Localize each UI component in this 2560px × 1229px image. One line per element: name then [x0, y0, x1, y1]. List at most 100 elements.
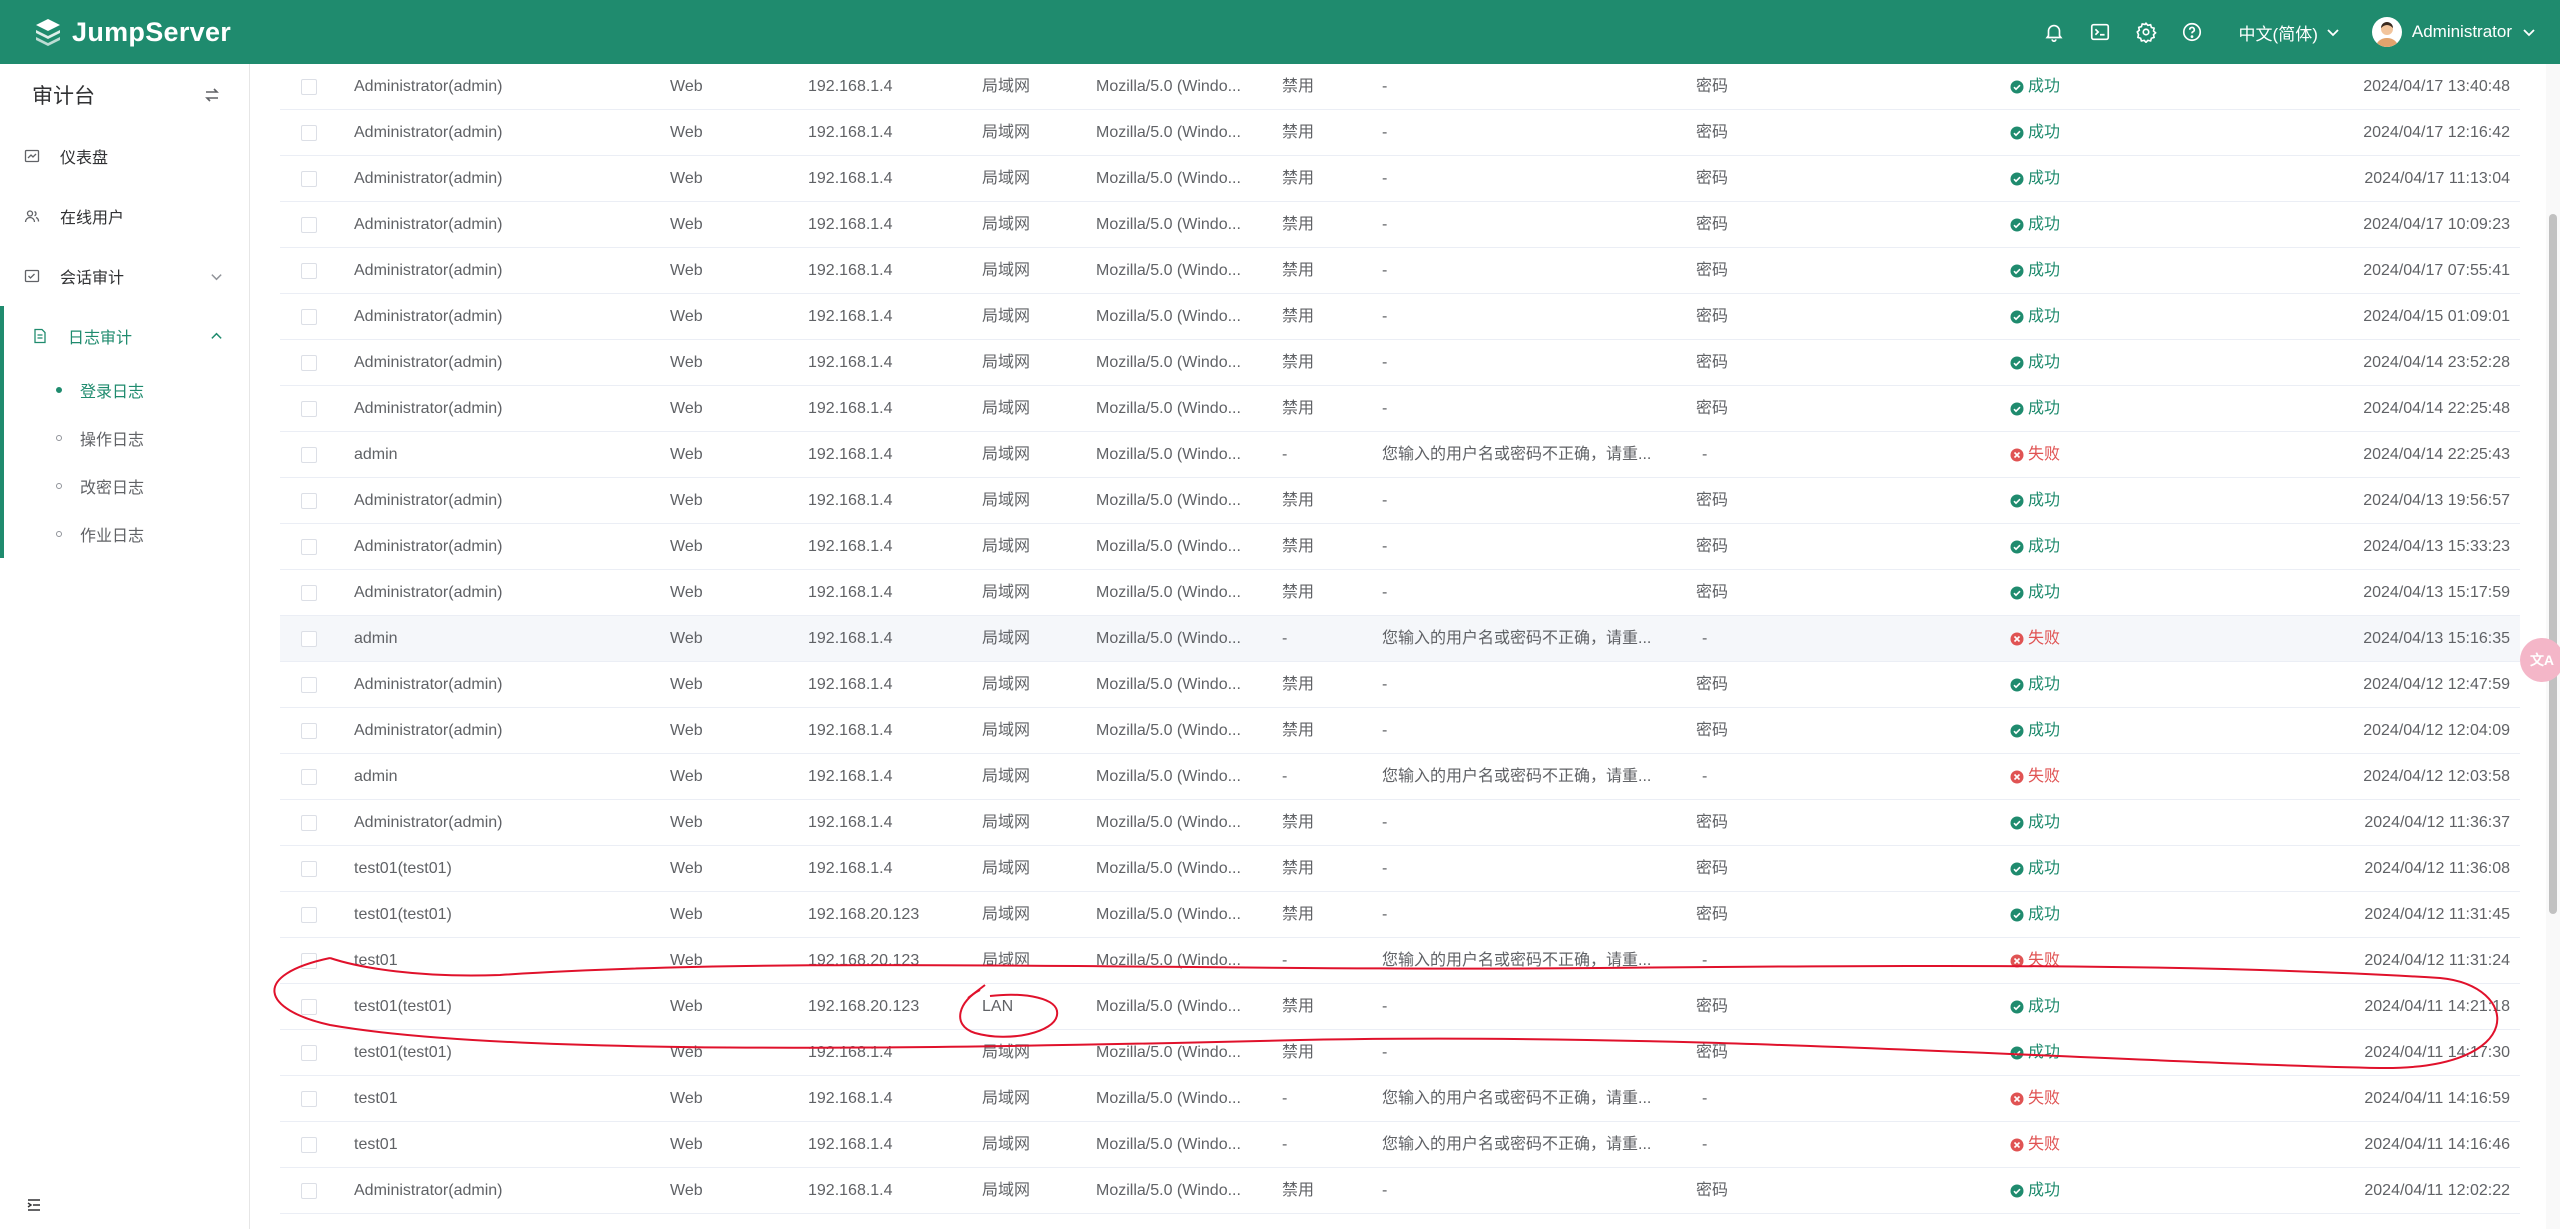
table-row[interactable]: test01 Web 192.168.1.4 局域网 Mozilla/5.0 (Wind…: [280, 1076, 2520, 1122]
row-checkbox[interactable]: [301, 401, 317, 417]
row-checkbox[interactable]: [301, 217, 317, 233]
table-row[interactable]: Administrator(admin) Web 192.168.1.4 局域网 Moz…: [280, 340, 2520, 386]
cell-username: Administrator(admin): [354, 354, 503, 371]
switch-view-icon[interactable]: [203, 86, 221, 104]
cell-username: test01: [354, 952, 398, 969]
sidebar-item-log-audit[interactable]: 日志审计: [4, 306, 249, 366]
status-text: 成功: [2028, 860, 2061, 877]
row-checkbox[interactable]: [301, 769, 317, 785]
row-checkbox[interactable]: [301, 815, 317, 831]
brand-logo[interactable]: JumpServer: [32, 16, 231, 48]
status-text: 成功: [2028, 170, 2061, 187]
cell-mfa: 禁用: [1282, 354, 1315, 371]
row-checkbox[interactable]: [301, 447, 317, 463]
scrollbar-thumb[interactable]: [2549, 214, 2557, 914]
sidebar-item-label: 仪表盘: [60, 150, 109, 167]
row-checkbox[interactable]: [301, 723, 317, 739]
sidebar-item-session-audit[interactable]: 会话审计: [0, 246, 249, 306]
table-row[interactable]: Administrator(admin) Web 192.168.1.4 局域网 Moz…: [280, 202, 2520, 248]
table-row[interactable]: Administrator(admin) Web 192.168.1.4 局域网 Moz…: [280, 294, 2520, 340]
table-row[interactable]: admin Web 192.168.1.4 局域网 Mozilla/5.0 (Windo…: [280, 616, 2520, 662]
close-circle-icon: [2010, 632, 2028, 646]
table-row[interactable]: test01(test01) Web 192.168.20.123 LAN Mozill…: [280, 984, 2520, 1030]
row-checkbox[interactable]: [301, 677, 317, 693]
cell-mfa: 禁用: [1282, 216, 1315, 233]
status-text: 失败: [2028, 768, 2061, 785]
table-row[interactable]: test01 Web 192.168.1.4 局域网 Mozilla/5.0 (Wind…: [280, 1122, 2520, 1168]
table-row[interactable]: Administrator(admin) Web 192.168.1.4 局域网 Moz…: [280, 110, 2520, 156]
cell-status: 成功: [2010, 570, 2060, 616]
row-checkbox[interactable]: [301, 907, 317, 923]
sidebar-item-job-log[interactable]: 作业日志: [4, 510, 249, 558]
table-row[interactable]: Administrator(admin) Web 192.168.1.4 局域网 Moz…: [280, 478, 2520, 524]
table-row[interactable]: Administrator(admin) Web 192.168.1.4 局域网 Moz…: [280, 386, 2520, 432]
cell-status: 失败: [2010, 616, 2060, 662]
row-checkbox[interactable]: [301, 1183, 317, 1199]
cell-status: 成功: [2010, 800, 2060, 846]
row-checkbox[interactable]: [301, 355, 317, 371]
cell-login-city: 局域网: [982, 860, 1031, 877]
close-circle-icon: [2010, 770, 2028, 784]
table-row[interactable]: Administrator(admin) Web 192.168.1.4 局域网 Moz…: [280, 662, 2520, 708]
row-checkbox[interactable]: [301, 953, 317, 969]
user-menu[interactable]: Administrator: [2371, 17, 2536, 47]
table-row[interactable]: test01 Web 192.168.20.123 局域网 Mozilla/5.0 (W…: [280, 938, 2520, 984]
table-row[interactable]: Administrator(admin) Web 192.168.1.4 局域网 Moz…: [280, 248, 2520, 294]
row-checkbox[interactable]: [301, 493, 317, 509]
sidebar-item-password-change-log[interactable]: 改密日志: [4, 462, 249, 510]
table-row[interactable]: admin Web 192.168.1.4 局域网 Mozilla/5.0 (Windo…: [280, 754, 2520, 800]
bullet-icon: [56, 483, 62, 489]
row-checkbox[interactable]: [301, 861, 317, 877]
table-row[interactable]: Administrator(admin) Web 192.168.1.4 局域网 Moz…: [280, 570, 2520, 616]
row-checkbox[interactable]: [301, 539, 317, 555]
table-row[interactable]: Administrator(admin) Web 192.168.1.4 局域网 Moz…: [280, 64, 2520, 110]
table-row[interactable]: admin Web 192.168.1.4 局域网 Mozilla/5.0 (Windo…: [280, 432, 2520, 478]
status-text: 成功: [2028, 354, 2061, 371]
cell-login-type: Web: [670, 446, 703, 463]
row-checkbox[interactable]: [301, 585, 317, 601]
cell-login-type: Web: [670, 722, 703, 739]
row-checkbox[interactable]: [301, 125, 317, 141]
check-circle-icon: [2010, 264, 2028, 278]
cell-reason: -: [1382, 124, 1388, 141]
table-row[interactable]: Administrator(admin) Web 192.168.1.4 局域网 Moz…: [280, 800, 2520, 846]
bell-icon[interactable]: [2031, 0, 2077, 64]
check-circle-icon: [2010, 494, 2028, 508]
cell-mfa: 禁用: [1282, 676, 1315, 693]
terminal-icon[interactable]: [2077, 0, 2123, 64]
avatar: [2371, 17, 2402, 47]
table-row[interactable]: Administrator(admin) Web 192.168.1.4 局域网 Moz…: [280, 1168, 2520, 1214]
collapse-sidebar-icon[interactable]: [26, 1197, 42, 1213]
check-circle-icon: [2010, 1046, 2028, 1060]
help-icon[interactable]: [2169, 0, 2215, 64]
table-row[interactable]: Administrator(admin) Web 192.168.1.4 局域网 Moz…: [280, 524, 2520, 570]
row-checkbox[interactable]: [301, 263, 317, 279]
cell-username: admin: [354, 446, 398, 463]
sidebar-item-dashboard[interactable]: 仪表盘: [0, 126, 249, 186]
table-row[interactable]: test01(test01) Web 192.168.1.4 局域网 Mozilla/5…: [280, 1030, 2520, 1076]
cell-login-ip: 192.168.20.123: [808, 998, 920, 1015]
language-selector[interactable]: 中文(简体): [2239, 20, 2340, 45]
table-row[interactable]: test01(test01) Web 192.168.1.4 局域网 Mozilla/5…: [280, 846, 2520, 892]
cell-reason: -: [1382, 400, 1388, 417]
row-checkbox[interactable]: [301, 171, 317, 187]
cell-login-city: 局域网: [982, 308, 1031, 325]
table-row[interactable]: Administrator(admin) Web 192.168.1.4 局域网 Moz…: [280, 156, 2520, 202]
row-checkbox[interactable]: [301, 79, 317, 95]
row-checkbox[interactable]: [301, 1091, 317, 1107]
row-checkbox[interactable]: [301, 1045, 317, 1061]
sidebar-item-operation-log[interactable]: 操作日志: [4, 414, 249, 462]
row-checkbox[interactable]: [301, 1137, 317, 1153]
cell-mfa: 禁用: [1282, 584, 1315, 601]
table-row[interactable]: Administrator(admin) Web 192.168.1.4 局域网 Moz…: [280, 708, 2520, 754]
translate-button[interactable]: 文A: [2520, 638, 2560, 682]
sidebar-item-login-log[interactable]: 登录日志: [4, 366, 249, 414]
settings-icon[interactable]: [2123, 0, 2169, 64]
row-checkbox[interactable]: [301, 999, 317, 1015]
row-checkbox[interactable]: [301, 309, 317, 325]
row-checkbox[interactable]: [301, 631, 317, 647]
cell-login-ip: 192.168.1.4: [808, 492, 893, 509]
cell-status: 成功: [2010, 202, 2060, 248]
table-row[interactable]: test01(test01) Web 192.168.20.123 局域网 Mozill…: [280, 892, 2520, 938]
sidebar-item-online-users[interactable]: 在线用户: [0, 186, 249, 246]
